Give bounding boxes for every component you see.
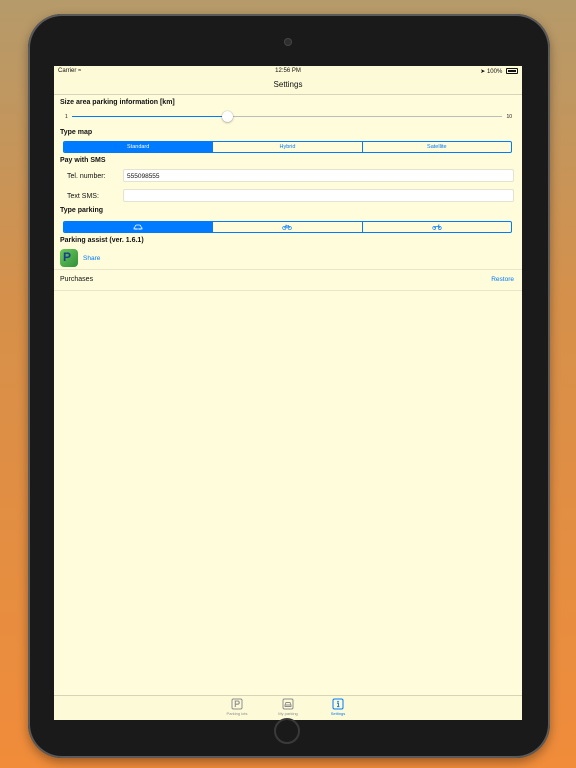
tab-my-parking[interactable]: My parking — [268, 698, 308, 716]
map-satellite-segment[interactable]: Satellite — [361, 142, 511, 152]
nav-bar: Settings — [54, 76, 522, 95]
parking-icon — [231, 698, 243, 710]
tab-my-parking-label: My parking — [278, 711, 298, 716]
about-header: Parking assist (ver. 1.6.1) — [60, 237, 144, 244]
status-time: 12:56 PM — [275, 68, 301, 74]
info-icon — [332, 698, 344, 710]
battery-icon — [506, 68, 518, 75]
size-area-slider[interactable]: 1 10 — [54, 109, 522, 125]
status-bar: Carrier ≈ 12:56 PM ➤ 100% — [54, 66, 522, 76]
tel-number-input[interactable]: 555098555 — [123, 169, 514, 182]
screen: Carrier ≈ 12:56 PM ➤ 100% Settings Size … — [54, 66, 522, 720]
bicycle-icon — [282, 224, 293, 230]
text-sms-row: Text SMS: — [54, 187, 522, 207]
app-icon: P — [60, 249, 78, 267]
share-button[interactable]: Share — [83, 255, 100, 262]
car-icon — [133, 224, 143, 230]
text-sms-input[interactable] — [123, 189, 514, 202]
purchases-label: Purchases — [60, 276, 94, 283]
status-right: ➤ 100% — [480, 68, 518, 75]
slider-track[interactable] — [72, 111, 502, 122]
tel-number-row: Tel. number: 555098555 — [54, 167, 522, 187]
tab-settings[interactable]: Settings — [318, 698, 358, 716]
tab-settings-label: Settings — [330, 711, 346, 716]
tab-parking-lots[interactable]: Parking lots — [217, 698, 257, 716]
restore-button[interactable]: Restore — [491, 276, 514, 283]
type-map-segmented: Standard Hybrid Satellite — [63, 141, 512, 153]
type-parking-segmented — [63, 221, 512, 233]
motorcycle-icon — [432, 224, 442, 230]
home-button[interactable] — [274, 718, 300, 744]
app-icon-letter: P — [63, 250, 72, 264]
tel-number-label: Tel. number: — [67, 173, 106, 180]
page-title: Settings — [273, 80, 303, 89]
purchases-row: Purchases Restore — [54, 270, 522, 291]
tablet-device: Carrier ≈ 12:56 PM ➤ 100% Settings Size … — [28, 14, 550, 758]
parking-motorcycle-segment[interactable] — [361, 222, 511, 232]
camera — [284, 38, 292, 46]
type-parking-header: Type parking — [60, 207, 104, 214]
pay-sms-header: Pay with SMS — [60, 157, 106, 164]
location-icon: ➤ — [480, 69, 486, 75]
type-map-header: Type map — [60, 129, 93, 136]
tab-parking-lots-label: Parking lots — [226, 711, 248, 716]
size-area-header: Size area parking information [km] — [60, 99, 175, 106]
battery-percent: 100% — [486, 69, 503, 75]
map-standard-segment[interactable]: Standard — [64, 142, 213, 152]
about-row: P Share — [54, 247, 522, 270]
car-icon — [282, 698, 294, 710]
slider-fill — [72, 116, 227, 117]
slider-thumb[interactable] — [221, 111, 233, 122]
slider-min-label: 1 — [65, 114, 68, 120]
tab-bar: Parking lots My parking Settings — [54, 695, 522, 720]
map-hybrid-segment[interactable]: Hybrid — [212, 142, 361, 152]
parking-bicycle-segment[interactable] — [212, 222, 361, 232]
slider-max-label: 10 — [506, 114, 512, 120]
parking-car-segment[interactable] — [64, 222, 213, 232]
text-sms-label: Text SMS: — [67, 193, 99, 200]
